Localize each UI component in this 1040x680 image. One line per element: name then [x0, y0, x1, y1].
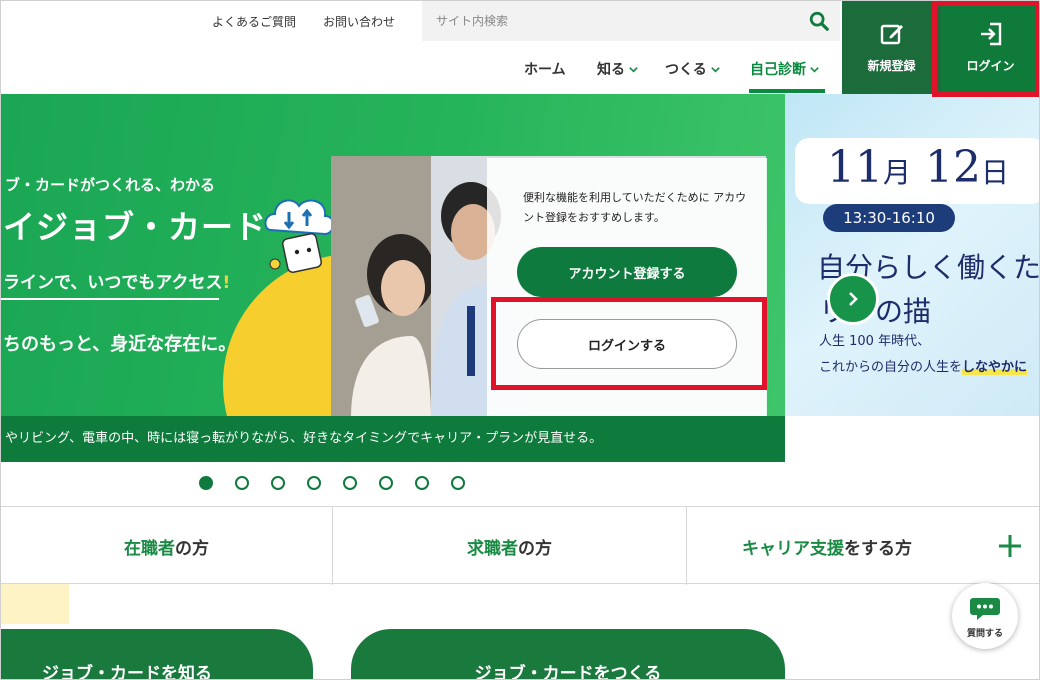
- carousel-dot[interactable]: [235, 476, 249, 490]
- learn-card[interactable]: ジョブ・カードを知る: [1, 629, 313, 680]
- hero-tagline: ちのもっと、身近な存在に。: [3, 334, 237, 355]
- carousel-dot[interactable]: [307, 476, 321, 490]
- event-date-month: 11: [827, 142, 883, 193]
- tab-career-support-highlight: キャリア支援: [742, 538, 844, 559]
- register-button-label: 新規登録: [867, 59, 916, 73]
- tab-job-seekers-label: の方: [518, 538, 552, 559]
- page: よくあるご質問 お問い合わせ ホーム 知る つくる 自己診断 新規登録: [0, 0, 1040, 680]
- tab-career-support-label: をする方: [844, 538, 912, 559]
- tab-career-support[interactable]: キャリア支援 をする方: [687, 507, 967, 585]
- account-register-button[interactable]: アカウント登録する: [517, 247, 737, 297]
- decorative-band: [1, 584, 69, 624]
- login-header-button[interactable]: ログイン: [941, 1, 1039, 94]
- search-icon[interactable]: [808, 10, 830, 32]
- event-date-month-unit: 月: [883, 156, 912, 189]
- chat-icon: [970, 597, 1000, 620]
- chevron-down-icon: [710, 66, 720, 73]
- tab-job-seekers[interactable]: 求職者 の方: [333, 507, 687, 585]
- event-date-day: 12: [925, 142, 982, 193]
- create-card-label: ジョブ・カードをつくる: [474, 664, 662, 680]
- hero-caption-strip: やリビング、電車の中、時には寝っ転がりながら、好きなタイミングでキャリア・プラン…: [1, 416, 785, 462]
- next-slide-preview[interactable]: 11月 12日 13:30-16:10 自分らしく働くた リアの描 人生 100…: [785, 94, 1039, 416]
- tab-employed[interactable]: 在職者 の方: [1, 507, 333, 585]
- event-date: 11月 12日: [827, 142, 1009, 193]
- create-card[interactable]: ジョブ・カードをつくる: [351, 629, 785, 680]
- hero-subtitle-excl: !: [222, 273, 231, 293]
- nav-self-diagnosis-label: 自己診断: [750, 62, 806, 78]
- tab-employed-highlight: 在職者: [124, 538, 175, 559]
- hero-underline: [1, 298, 219, 300]
- hero-title: イジョブ・カード: [3, 208, 268, 246]
- event-line-2-emphasis: しなやかに: [962, 360, 1028, 375]
- carousel-dot[interactable]: [451, 476, 465, 490]
- event-time: 13:30-16:10: [823, 204, 955, 232]
- account-promo-text: 便利な機能を利用していただくために アカウント登録をおすすめします。: [523, 191, 747, 224]
- mascot-illustration: [264, 199, 335, 273]
- carousel-next-button[interactable]: [827, 273, 879, 325]
- chevron-down-icon: [810, 66, 819, 73]
- chevron-right-icon: [849, 292, 858, 306]
- plus-icon[interactable]: [995, 531, 1025, 561]
- carousel-dot[interactable]: [271, 476, 285, 490]
- hero-subtitle-text: ラインで、いつでもアクセス: [3, 273, 223, 293]
- tab-employed-label: の方: [175, 538, 209, 559]
- event-date-day-unit: 日: [981, 156, 1010, 189]
- event-line-2: これからの自分の人生をしなやかに: [819, 356, 1028, 375]
- tab-job-seekers-highlight: 求職者: [467, 538, 518, 559]
- carousel-dot[interactable]: [415, 476, 429, 490]
- carousel-dot[interactable]: [379, 476, 393, 490]
- site-header: よくあるご質問 お問い合わせ ホーム 知る つくる 自己診断 新規登録: [1, 1, 1039, 94]
- login-button[interactable]: ログインする: [517, 319, 737, 369]
- chevron-down-icon: [629, 66, 638, 73]
- site-search: [422, 1, 840, 41]
- hero-photo-woman: [331, 156, 431, 418]
- audience-tabs: 在職者 の方 求職者 の方 キャリア支援 をする方: [1, 506, 1039, 585]
- active-nav-underline: [749, 89, 825, 93]
- login-icon: [980, 22, 1001, 46]
- nav-home-label: ホーム: [524, 62, 566, 78]
- learn-card-label: ジョブ・カードを知る: [42, 664, 212, 680]
- ask-question-label: 質問する: [966, 628, 1003, 639]
- event-date-card: 11月 12日: [795, 138, 1039, 204]
- register-button[interactable]: 新規登録: [842, 1, 941, 94]
- event-line-2-text: これからの自分の人生を: [819, 360, 963, 375]
- nav-self-diagnosis[interactable]: 自己診断: [750, 59, 820, 79]
- edit-icon: [880, 24, 903, 45]
- nav-create[interactable]: つくる: [665, 59, 721, 79]
- nav-create-label: つくる: [665, 62, 707, 78]
- nav-learn-label: 知る: [597, 62, 625, 78]
- nav-home[interactable]: ホーム: [524, 59, 566, 79]
- hero-subtitle: ラインで、いつでもアクセス!: [3, 268, 230, 293]
- event-line-1: 人生 100 年時代、: [819, 334, 931, 349]
- carousel-dots: [199, 476, 465, 490]
- carousel-dot[interactable]: [199, 476, 213, 490]
- carousel-dot[interactable]: [343, 476, 357, 490]
- login-header-label: ログイン: [966, 59, 1015, 73]
- contact-link[interactable]: お問い合わせ: [323, 13, 395, 30]
- nav-learn[interactable]: 知る: [597, 59, 639, 79]
- search-input[interactable]: [422, 1, 802, 41]
- ask-question-button[interactable]: 質問する: [952, 583, 1018, 649]
- hero-kicker: ブ・カードがつくれる、わかる: [5, 176, 216, 194]
- faq-link[interactable]: よくあるご質問: [212, 13, 296, 30]
